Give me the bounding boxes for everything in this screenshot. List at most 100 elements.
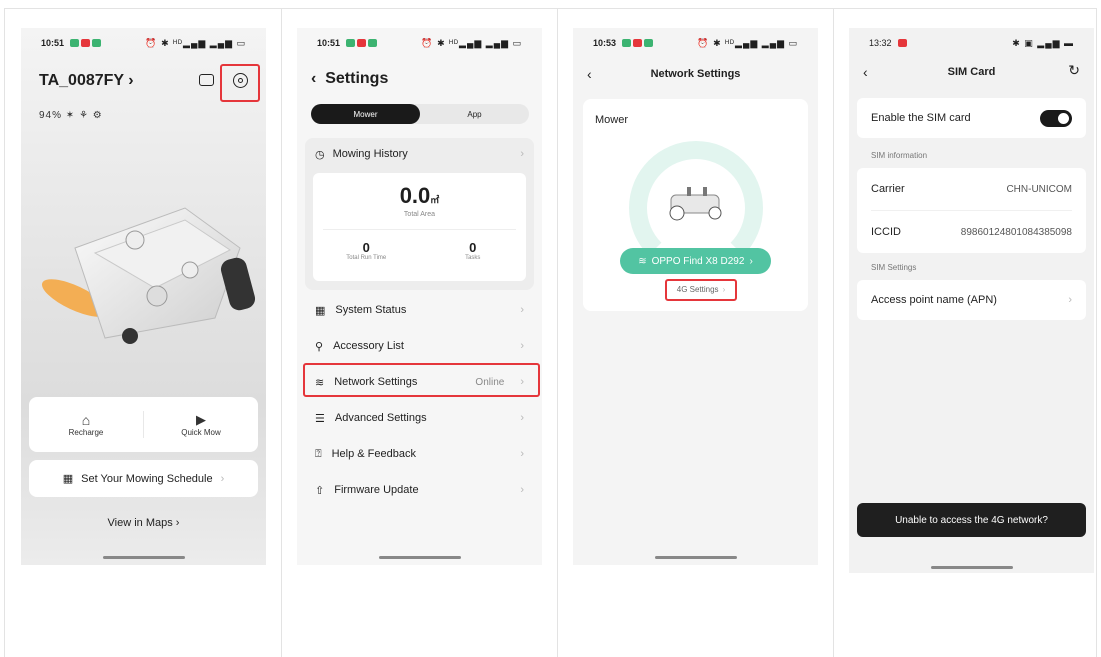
- notification-icon: [897, 39, 907, 47]
- chevron-right-icon: ›: [520, 448, 524, 460]
- menu-item-system-status[interactable]: ▦ System Status ›: [305, 292, 534, 328]
- page-title: SIM Card: [947, 66, 996, 78]
- status-bar: 10:51 ⏰ ✱ ᴴᴰ▂▄▆ ▂▄▆ ▭: [21, 28, 266, 58]
- area-unit: ㎡: [430, 195, 440, 205]
- refresh-icon[interactable]: ↻: [1068, 62, 1080, 79]
- column-divider: [557, 8, 558, 657]
- status-bar: 13:32 ✱ ▣ ▂▄▆ ▬: [849, 28, 1094, 58]
- chevron-right-icon: ›: [520, 484, 524, 496]
- network-settings-screen: 10:53 ⏰ ✱ ᴴᴰ▂▄▆ ▂▄▆ ▭ ‹ Network Settings…: [573, 28, 818, 565]
- schedule-button[interactable]: ▦ Set Your Mowing Schedule ›: [29, 460, 258, 497]
- carrier-value: CHN-UNICOM: [1006, 183, 1072, 195]
- mower-image: [669, 187, 722, 221]
- menu-label: Firmware Update: [334, 484, 419, 496]
- notification-icon: [644, 39, 654, 47]
- status-icons: ⏰ ✱ ᴴᴰ▂▄▆ ▂▄▆ ▭: [421, 37, 522, 48]
- menu-label: Help & Feedback: [331, 448, 416, 460]
- menu-item-accessory-list[interactable]: ⚲ Accessory List ›: [305, 328, 534, 364]
- wifi-connection-button[interactable]: ≋ OPPO Find X8 D292 ›: [620, 248, 771, 274]
- highlight-box: [220, 64, 260, 102]
- home-indicator[interactable]: [930, 566, 1013, 569]
- mower-network-card: Mower ≋ OPPO Find X8 D292 › 4G Settings …: [583, 99, 808, 311]
- home-indicator[interactable]: [654, 556, 737, 559]
- recharge-button[interactable]: ⌂ Recharge: [29, 397, 143, 452]
- mowing-history-label: Mowing History: [332, 148, 408, 160]
- notification-icon: [622, 39, 632, 47]
- notification-icon: [92, 39, 102, 47]
- run-time-value: 0: [362, 240, 370, 255]
- total-area-label: Total Area: [403, 211, 436, 218]
- carrier-label: Carrier: [871, 183, 905, 195]
- view-in-maps-link[interactable]: View in Maps ›: [21, 517, 266, 529]
- menu-item-help-feedback[interactable]: ⍰ Help & Feedback ›: [305, 436, 534, 472]
- status-time: 10:51: [41, 38, 65, 48]
- wifi-name: OPPO Find X8 D292: [651, 255, 745, 267]
- play-icon: ▶: [196, 412, 206, 427]
- help-icon: ⍰: [315, 447, 322, 460]
- menu-label: Accessory List: [333, 340, 404, 352]
- home-indicator[interactable]: [102, 556, 185, 559]
- tasks-stat: 0 Tasks: [420, 240, 527, 261]
- divider: [323, 229, 516, 230]
- total-area-value: 0.0㎡: [313, 183, 526, 209]
- chevron-right-icon: ›: [520, 304, 524, 316]
- notification-icon: [633, 39, 643, 47]
- status-bar: 10:51 ⏰ ✱ ᴴᴰ▂▄▆ ▂▄▆ ▭: [297, 28, 542, 58]
- notification-icon: [357, 39, 367, 47]
- menu-label: System Status: [335, 304, 407, 316]
- mower-home-screen: 10:51 ⏰ ✱ ᴴᴰ▂▄▆ ▂▄▆ ▭ TA_0087FY › 94% ✶ …: [21, 28, 266, 565]
- chevron-right-icon: ›: [128, 72, 134, 89]
- maps-label: View in Maps: [107, 517, 173, 529]
- mowing-history-card: ◷ Mowing History › 0.0㎡ Total Area 0 Tot…: [305, 138, 534, 290]
- highlight-box: [665, 279, 737, 301]
- status-icons: ✱ ▣ ▂▄▆ ▬: [1012, 37, 1074, 48]
- menu-item-firmware-update[interactable]: ⇧ Firmware Update ›: [305, 472, 534, 508]
- column-divider: [833, 8, 834, 657]
- tab-app[interactable]: App: [420, 104, 529, 124]
- chevron-right-icon: ›: [520, 412, 524, 424]
- schedule-label: Set Your Mowing Schedule: [81, 472, 213, 485]
- enable-sim-toggle[interactable]: [1040, 109, 1072, 127]
- device-stats: 94% ✶ ⚘ ⚙: [39, 110, 103, 121]
- notification-icon: [346, 39, 356, 47]
- chat-icon[interactable]: [199, 74, 214, 86]
- status-time: 10:53: [593, 38, 617, 48]
- menu-item-advanced-settings[interactable]: ☰ Advanced Settings ›: [305, 400, 534, 436]
- apn-label: Access point name (APN): [871, 294, 997, 306]
- area-number: 0.0: [399, 183, 431, 208]
- chevron-right-icon: ›: [520, 340, 524, 352]
- mowing-history-row[interactable]: ◷ Mowing History ›: [305, 138, 534, 170]
- grid-icon: ▦: [315, 304, 326, 317]
- notification-icon: [70, 39, 80, 47]
- wifi-icon: ≋: [638, 255, 647, 267]
- title-text: Settings: [325, 70, 389, 87]
- apn-row[interactable]: Access point name (APN) ›: [857, 280, 1086, 320]
- enable-sim-row: Enable the SIM card: [857, 98, 1086, 138]
- recharge-icon: ⌂: [81, 412, 91, 428]
- status-bar: 10:53 ⏰ ✱ ᴴᴰ▂▄▆ ▂▄▆ ▭: [573, 28, 818, 58]
- quick-actions-card: ⌂ Recharge ▶ Quick Mow: [29, 397, 258, 452]
- device-name: TA_0087FY: [39, 72, 124, 89]
- calendar-icon: ▦: [62, 473, 74, 485]
- menu-label: Advanced Settings: [334, 412, 427, 424]
- home-indicator[interactable]: [378, 556, 461, 559]
- tasks-value: 0: [469, 240, 477, 255]
- card-label: Mower: [595, 114, 629, 126]
- network-help-button[interactable]: Unable to access the 4G network?: [857, 503, 1086, 537]
- back-icon[interactable]: ‹: [311, 70, 316, 87]
- section-header: SIM information: [871, 151, 928, 160]
- sim-info-card: Carrier CHN-UNICOM ICCID 898601248010843…: [857, 168, 1086, 253]
- page-title: Network Settings: [650, 68, 741, 80]
- notification-icon: [368, 39, 378, 47]
- upload-icon: ⇧: [315, 484, 325, 497]
- settings-screen: 10:51 ⏰ ✱ ᴴᴰ▂▄▆ ▂▄▆ ▭ ‹ Settings Mower A…: [297, 28, 542, 565]
- quick-mow-button[interactable]: ▶ Quick Mow: [144, 397, 258, 452]
- accessory-icon: ⚲: [315, 340, 324, 353]
- segmented-control: Mower App: [311, 104, 529, 124]
- clock-icon: ◷: [315, 148, 325, 161]
- device-title[interactable]: TA_0087FY ›: [39, 72, 134, 90]
- status-time: 10:51: [317, 38, 341, 48]
- column-divider: [281, 8, 282, 657]
- tab-mower[interactable]: Mower: [311, 104, 420, 124]
- recharge-label: Recharge: [68, 428, 104, 437]
